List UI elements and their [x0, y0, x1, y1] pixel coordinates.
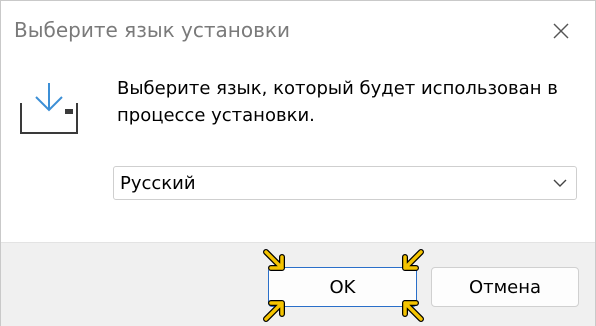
chevron-down-icon — [553, 179, 567, 187]
language-select[interactable]: Русский — [113, 166, 577, 200]
cancel-button[interactable]: Отмена — [431, 267, 579, 307]
close-button[interactable] — [541, 13, 581, 49]
dialog-title: Выберите язык установки — [14, 18, 290, 42]
highlight-arrow-icon — [402, 300, 424, 322]
instruction-text: Выберите язык, который будет использован… — [117, 78, 558, 126]
title-bar: Выберите язык установки — [1, 1, 595, 61]
install-download-icon — [20, 83, 78, 134]
highlight-arrow-icon — [402, 249, 424, 271]
ok-button[interactable]: OK — [268, 267, 417, 307]
dialog-footer: OK Отмена — [1, 242, 595, 326]
close-icon — [553, 23, 569, 39]
language-select-value: Русский — [120, 173, 196, 194]
highlight-arrow-icon — [263, 300, 285, 322]
highlight-arrow-icon — [263, 249, 285, 271]
dialog-content: Выберите язык, который будет использован… — [1, 61, 595, 241]
language-dialog: Выберите язык установки Выберите язык, к… — [0, 0, 596, 326]
